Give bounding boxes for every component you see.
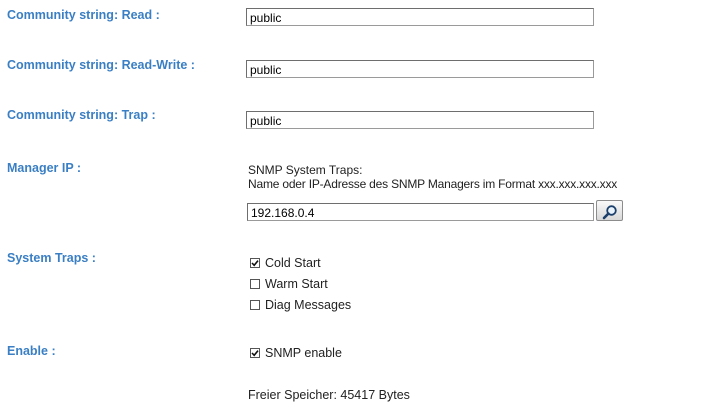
warm-start-label: Warm Start — [265, 277, 328, 291]
read-community-label: Community string: Read : — [7, 8, 160, 22]
cold-start-option[interactable]: Cold Start — [250, 255, 321, 271]
snmp-enable-label: SNMP enable — [265, 346, 342, 360]
snmp-enable-checkbox[interactable] — [250, 348, 260, 358]
enable-label: Enable : — [7, 344, 56, 358]
snmp-enable-option[interactable]: SNMP enable — [250, 345, 342, 361]
trap-community-label: Community string: Trap : — [7, 108, 156, 122]
free-memory-text: Freier Speicher: 45417 Bytes — [248, 388, 410, 402]
magnifier-icon — [597, 204, 622, 220]
diag-messages-label: Diag Messages — [265, 298, 352, 312]
cold-start-checkbox[interactable] — [250, 258, 260, 268]
manager-ip-label: Manager IP : — [7, 161, 82, 175]
manager-ip-search-button[interactable] — [596, 200, 623, 221]
trap-community-input[interactable] — [246, 111, 594, 129]
read-community-input[interactable] — [246, 8, 594, 26]
manager-ip-info-title: SNMP System Traps: — [248, 163, 363, 177]
manager-ip-input[interactable] — [247, 203, 594, 221]
system-traps-label: System Traps : — [7, 251, 96, 265]
cold-start-label: Cold Start — [265, 256, 321, 270]
read-write-community-label: Community string: Read-Write : — [7, 58, 195, 72]
diag-messages-checkbox[interactable] — [250, 300, 260, 310]
warm-start-option[interactable]: Warm Start — [250, 276, 328, 292]
diag-messages-option[interactable]: Diag Messages — [250, 297, 351, 313]
warm-start-checkbox[interactable] — [250, 279, 260, 289]
read-write-community-input[interactable] — [246, 60, 594, 78]
manager-ip-info-format: Name oder IP-Adresse des SNMP Managers i… — [248, 177, 618, 191]
